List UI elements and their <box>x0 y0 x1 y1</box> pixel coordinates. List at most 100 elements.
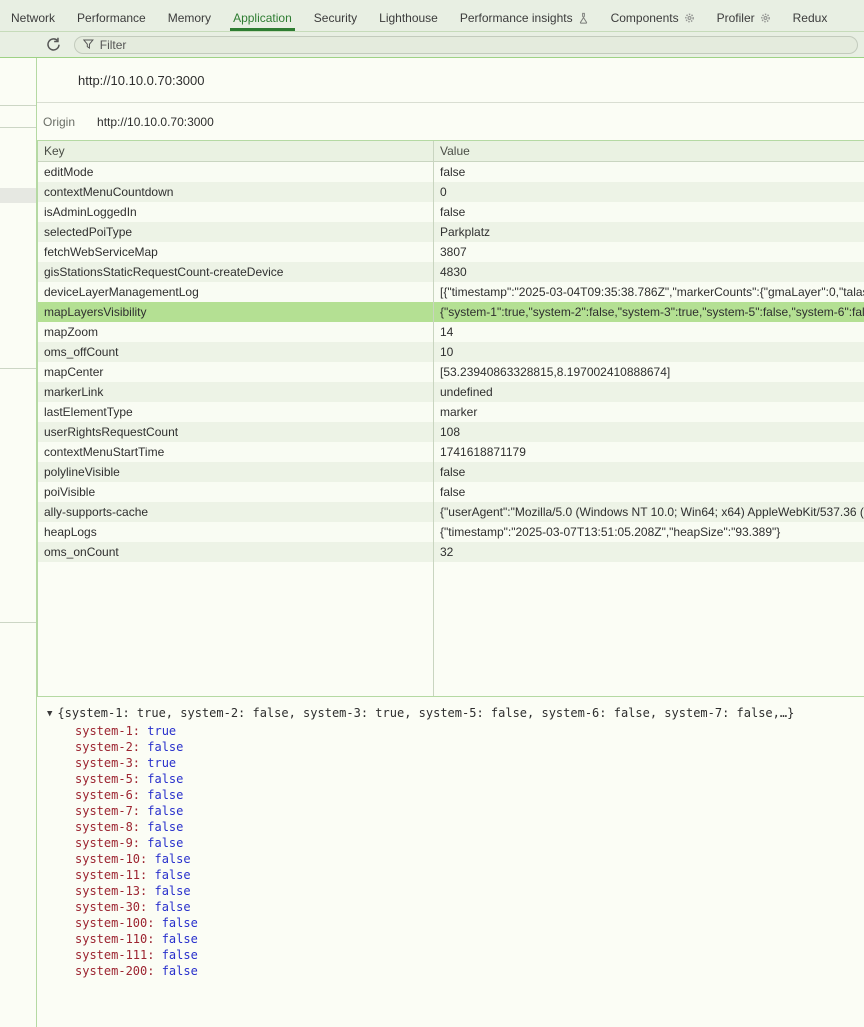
property-name: system-1 <box>75 724 133 738</box>
origin-row: Origin http://10.10.0.70:3000 <box>37 103 864 140</box>
origin-label: Origin <box>43 115 75 129</box>
table-row[interactable]: oms_onCount 32 <box>38 542 864 562</box>
table-row[interactable]: fetchWebServiceMap 3807 <box>38 242 864 262</box>
preview-property-row[interactable]: system-6: false <box>47 787 864 803</box>
preview-property-row[interactable]: system-3: true <box>47 755 864 771</box>
preview-summary-row[interactable]: ▼ {system-1: true, system-2: false, syste… <box>47 705 864 723</box>
tab-memory[interactable]: Memory <box>157 4 222 31</box>
storage-toolbar <box>0 32 864 58</box>
tab-lighthouse[interactable]: Lighthouse <box>368 4 449 31</box>
preview-property-row[interactable]: system-2: false <box>47 739 864 755</box>
tab-label: Components <box>611 11 679 25</box>
table-row[interactable]: contextMenuCountdown 0 <box>38 182 864 202</box>
property-value: false <box>154 868 190 882</box>
storage-value-cell: 4830 <box>433 265 864 279</box>
storage-key-cell: editMode <box>38 165 433 179</box>
table-row[interactable]: polylineVisible false <box>38 462 864 482</box>
tab-performance[interactable]: Performance <box>66 4 157 31</box>
preview-property-row[interactable]: system-100: false <box>47 915 864 931</box>
table-row[interactable]: mapCenter [53.23940863328815,8.197002410… <box>38 362 864 382</box>
preview-property-row[interactable]: system-5: false <box>47 771 864 787</box>
tab-label: Application <box>233 11 292 25</box>
table-body: editMode false contextMenuCountdown 0 is… <box>38 162 864 562</box>
property-value: false <box>162 932 198 946</box>
preview-property-row[interactable]: system-30: false <box>47 899 864 915</box>
table-row[interactable]: poiVisible false <box>38 482 864 502</box>
tab-performance-insights[interactable]: Performance insights <box>449 4 600 31</box>
table-row[interactable]: userRightsRequestCount 108 <box>38 422 864 442</box>
refresh-icon[interactable] <box>45 36 62 53</box>
tab-network[interactable]: Network <box>0 4 66 31</box>
storage-origin-title: http://10.10.0.70:3000 <box>37 58 864 103</box>
expand-triangle-icon[interactable]: ▼ <box>47 706 52 722</box>
application-panel-body: http://10.10.0.70:3000 Origin http://10.… <box>0 58 864 1027</box>
tab-redux[interactable]: Redux <box>782 4 839 31</box>
property-value: false <box>147 804 183 818</box>
table-row[interactable]: markerLink undefined <box>38 382 864 402</box>
storage-value-cell: [{"timestamp":"2025-03-04T09:35:38.786Z"… <box>433 285 864 299</box>
storage-value-cell: {"userAgent":"Mozilla/5.0 (Windows NT 10… <box>433 505 864 519</box>
table-row[interactable]: gisStationsStaticRequestCount-createDevi… <box>38 262 864 282</box>
property-value: false <box>162 916 198 930</box>
table-row[interactable]: lastElementType marker <box>38 402 864 422</box>
filter-input[interactable] <box>100 38 849 52</box>
preview-property-row[interactable]: system-200: false <box>47 963 864 979</box>
table-row[interactable]: contextMenuStartTime 1741618871179 <box>38 442 864 462</box>
property-value: false <box>147 836 183 850</box>
storage-value-cell: false <box>433 165 864 179</box>
table-row[interactable]: isAdminLoggedIn false <box>38 202 864 222</box>
table-row[interactable]: selectedPoiType Parkplatz <box>38 222 864 242</box>
preview-property-row[interactable]: system-111: false <box>47 947 864 963</box>
property-name: system-30 <box>75 900 140 914</box>
sidebar-selected-item[interactable] <box>0 188 36 203</box>
filter-funnel-icon <box>83 39 94 50</box>
storage-key-cell: lastElementType <box>38 405 433 419</box>
storage-value-cell: 10 <box>433 345 864 359</box>
storage-key-cell: selectedPoiType <box>38 225 433 239</box>
value-column-header: Value <box>433 144 864 158</box>
table-row[interactable]: oms_offCount 10 <box>38 342 864 362</box>
storage-value-cell: 3807 <box>433 245 864 259</box>
table-row[interactable]: deviceLayerManagementLog [{"timestamp":"… <box>38 282 864 302</box>
property-value: false <box>147 820 183 834</box>
table-row[interactable]: editMode false <box>38 162 864 182</box>
preview-property-row[interactable]: system-8: false <box>47 819 864 835</box>
storage-value-cell: {"timestamp":"2025-03-07T13:51:05.208Z",… <box>433 525 864 539</box>
preview-property-row[interactable]: system-7: false <box>47 803 864 819</box>
tab-label: Profiler <box>717 11 755 25</box>
storage-value-cell: marker <box>433 405 864 419</box>
local-storage-view: http://10.10.0.70:3000 Origin http://10.… <box>37 58 864 1027</box>
sidebar-separator <box>0 622 36 623</box>
preview-summary-text: {system-1: true, system-2: false, system… <box>57 706 794 720</box>
table-row[interactable]: mapLayersVisibility {"system-1":true,"sy… <box>38 302 864 322</box>
origin-value: http://10.10.0.70:3000 <box>97 115 214 129</box>
property-name: system-11 <box>75 868 140 882</box>
preview-property-row[interactable]: system-1: true <box>47 723 864 739</box>
property-name: system-5 <box>75 772 133 786</box>
table-row[interactable]: mapZoom 14 <box>38 322 864 342</box>
tab-label: Lighthouse <box>379 11 438 25</box>
storage-value-cell: false <box>433 205 864 219</box>
preview-property-row[interactable]: system-13: false <box>47 883 864 899</box>
preview-property-row[interactable]: system-11: false <box>47 867 864 883</box>
table-header: Key Value <box>38 141 864 162</box>
property-name: system-8 <box>75 820 133 834</box>
tab-profiler[interactable]: Profiler <box>706 4 782 31</box>
storage-key-cell: fetchWebServiceMap <box>38 245 433 259</box>
preview-property-row[interactable]: system-9: false <box>47 835 864 851</box>
preview-property-row[interactable]: system-10: false <box>47 851 864 867</box>
property-value: false <box>154 852 190 866</box>
sidebar-separator <box>0 127 36 128</box>
tab-application[interactable]: Application <box>222 4 303 31</box>
property-value: false <box>147 788 183 802</box>
property-value: false <box>154 900 190 914</box>
property-name: system-100 <box>75 916 147 930</box>
preview-property-row[interactable]: system-110: false <box>47 931 864 947</box>
table-row[interactable]: ally-supports-cache {"userAgent":"Mozill… <box>38 502 864 522</box>
tab-components[interactable]: Components <box>600 4 706 31</box>
sidebar-separator <box>0 105 36 106</box>
column-divider[interactable] <box>433 141 434 696</box>
property-name: system-6 <box>75 788 133 802</box>
table-row[interactable]: heapLogs {"timestamp":"2025-03-07T13:51:… <box>38 522 864 542</box>
tab-security[interactable]: Security <box>303 4 368 31</box>
